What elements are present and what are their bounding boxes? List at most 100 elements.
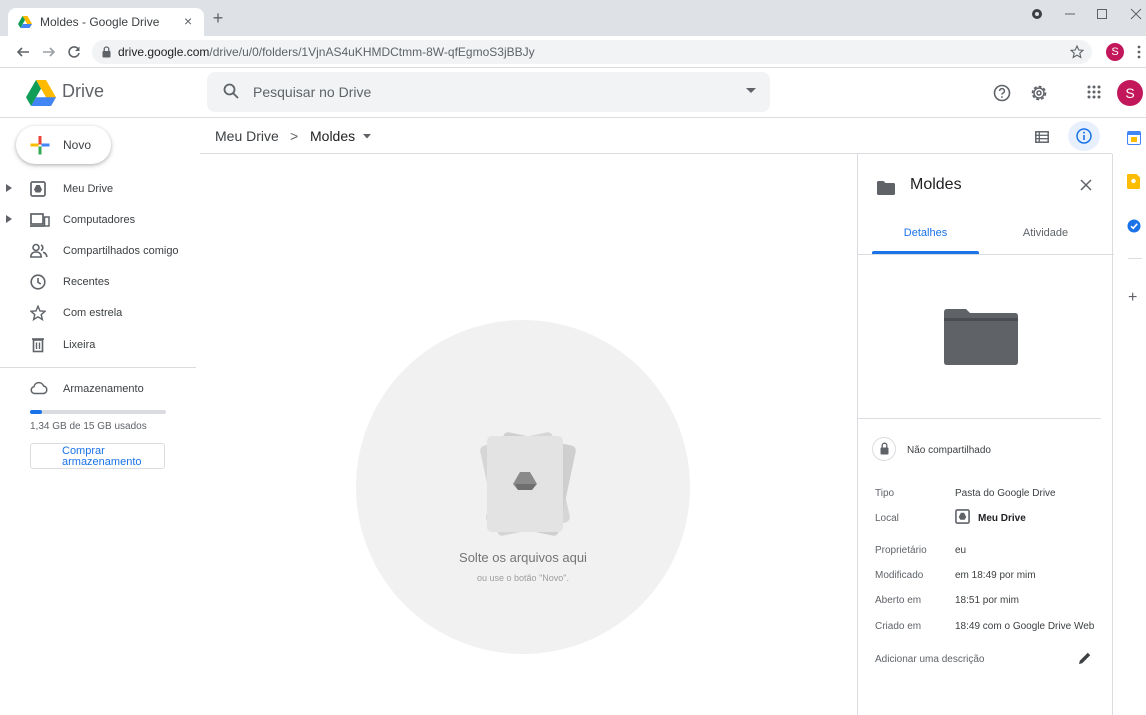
drive-header: Drive Pesquisar no Drive S bbox=[0, 68, 1146, 118]
calendar-icon[interactable] bbox=[1127, 131, 1141, 145]
browser-titlebar: Moldes - Google Drive × + bbox=[0, 0, 1146, 36]
address-bar[interactable]: drive.google.com/drive/u/0/folders/1VjnA… bbox=[92, 40, 1092, 64]
account-avatar[interactable]: S bbox=[1117, 80, 1143, 106]
search-options-icon[interactable] bbox=[746, 88, 756, 94]
drop-zone-subtitle: ou use o botão "Novo". bbox=[477, 573, 569, 583]
detail-key-owner: Proprietário bbox=[875, 545, 927, 556]
add-addon-button[interactable]: + bbox=[1128, 289, 1137, 307]
detail-value-owner: eu bbox=[955, 545, 967, 556]
profile-avatar[interactable]: S bbox=[1106, 43, 1124, 61]
shared-icon bbox=[30, 243, 48, 258]
url-text: drive.google.com/drive/u/0/folders/1VjnA… bbox=[118, 45, 535, 59]
breadcrumb-separator: > bbox=[290, 128, 299, 144]
breadcrumb-current[interactable]: Moldes bbox=[310, 128, 355, 144]
tab-title: Moldes - Google Drive bbox=[40, 15, 160, 29]
sidebar-item-label: Meu Drive bbox=[63, 183, 114, 195]
browser-tab[interactable]: Moldes - Google Drive × bbox=[8, 8, 204, 36]
details-title: Moldes bbox=[910, 176, 962, 193]
expand-caret-icon[interactable] bbox=[6, 215, 12, 223]
folder-icon bbox=[877, 181, 895, 195]
detail-key-location: Local bbox=[875, 513, 899, 524]
sidebar-divider bbox=[0, 367, 196, 368]
drive-brand[interactable]: Drive bbox=[62, 81, 104, 102]
storage-usage-text: 1,34 GB de 15 GB usados bbox=[30, 421, 147, 432]
tasks-icon[interactable] bbox=[1127, 219, 1141, 233]
sidebar-item-recent[interactable]: Recentes bbox=[0, 268, 200, 296]
sidebar-item-label: Computadores bbox=[63, 214, 136, 226]
forward-icon[interactable] bbox=[42, 45, 56, 59]
browser-toolbar: drive.google.com/drive/u/0/folders/1VjnA… bbox=[0, 36, 1146, 68]
expand-caret-icon[interactable] bbox=[6, 184, 12, 192]
sidebar-item-label: Lixeira bbox=[63, 339, 96, 351]
buy-storage-label: Comprar armazenamento bbox=[62, 445, 142, 468]
storage-usage-bar bbox=[30, 410, 166, 414]
apps-grid-icon[interactable] bbox=[1087, 85, 1101, 99]
keep-icon[interactable] bbox=[1127, 174, 1140, 189]
sharing-status-badge bbox=[872, 437, 896, 461]
close-icon[interactable] bbox=[1080, 179, 1092, 191]
detail-key-type: Tipo bbox=[875, 488, 895, 499]
detail-value-opened: 18:51 por mim bbox=[955, 595, 1019, 606]
close-window-icon[interactable] bbox=[1130, 8, 1142, 20]
settings-gear-icon[interactable] bbox=[1029, 83, 1049, 103]
drop-files-illustration-icon bbox=[480, 432, 576, 536]
info-icon bbox=[1076, 128, 1092, 144]
detail-value-type: Pasta do Google Drive bbox=[955, 488, 1056, 499]
sidebar-item-shared[interactable]: Compartilhados comigo bbox=[0, 237, 200, 265]
tab-activity[interactable]: Atividade bbox=[992, 227, 1099, 239]
search-icon[interactable] bbox=[223, 83, 239, 99]
back-icon[interactable] bbox=[16, 45, 30, 59]
folder-preview-icon bbox=[944, 309, 1018, 365]
search-box[interactable]: Pesquisar no Drive bbox=[207, 72, 770, 112]
search-input[interactable]: Pesquisar no Drive bbox=[253, 84, 371, 100]
addons-rail bbox=[1113, 118, 1146, 715]
tabs-divider bbox=[858, 254, 1114, 255]
help-icon[interactable] bbox=[993, 84, 1011, 102]
sidebar-item-trash[interactable]: Lixeira bbox=[0, 331, 200, 359]
cloud-icon bbox=[30, 381, 48, 395]
detail-value-location[interactable]: Meu Drive bbox=[978, 513, 1026, 524]
folder-menu-caret-icon[interactable] bbox=[363, 134, 371, 139]
sidebar-item-computers[interactable]: Computadores bbox=[0, 206, 200, 234]
details-panel: Moldes Detalhes Atividade Não compartilh… bbox=[857, 154, 1114, 715]
drive-icon bbox=[955, 509, 970, 524]
lock-icon bbox=[880, 442, 889, 455]
minimize-icon[interactable] bbox=[1064, 8, 1076, 20]
detail-value-created: 18:49 com o Google Drive Web bbox=[955, 621, 1095, 632]
maximize-icon[interactable] bbox=[1096, 8, 1108, 20]
sidebar-item-storage[interactable]: Armazenamento bbox=[0, 375, 200, 403]
description-input[interactable]: Adicionar uma descrição bbox=[875, 654, 985, 665]
sidebar-item-my-drive[interactable]: Meu Drive bbox=[0, 175, 200, 203]
drive-logo-icon[interactable] bbox=[26, 80, 56, 106]
computers-icon bbox=[30, 213, 50, 227]
detail-value-modified: em 18:49 por mim bbox=[955, 570, 1036, 581]
reload-icon[interactable] bbox=[67, 45, 81, 59]
profile-dot-icon[interactable] bbox=[1030, 7, 1044, 21]
breadcrumb-root[interactable]: Meu Drive bbox=[215, 128, 279, 144]
bookmark-star-icon[interactable] bbox=[1070, 45, 1084, 59]
drive-icon bbox=[30, 181, 46, 197]
storage-usage-fill bbox=[30, 410, 43, 414]
breadcrumb: Meu Drive > Moldes bbox=[200, 118, 1112, 154]
sidebar-item-starred[interactable]: Com estrela bbox=[0, 299, 200, 327]
clock-icon bbox=[30, 274, 46, 290]
tab-details[interactable]: Detalhes bbox=[872, 227, 979, 239]
lock-icon bbox=[102, 46, 111, 58]
list-view-icon[interactable] bbox=[1035, 131, 1049, 143]
new-button-label: Novo bbox=[63, 138, 92, 152]
drop-zone[interactable] bbox=[356, 320, 690, 654]
detail-key-modified: Modificado bbox=[875, 570, 924, 581]
new-tab-button[interactable]: + bbox=[208, 8, 228, 29]
browser-menu-icon[interactable] bbox=[1136, 45, 1142, 59]
tab-close-icon[interactable]: × bbox=[184, 13, 192, 29]
sharing-status-text: Não compartilhado bbox=[907, 445, 991, 456]
details-toggle-button[interactable] bbox=[1068, 121, 1100, 151]
sidebar-item-label: Compartilhados comigo bbox=[63, 245, 179, 257]
plus-icon bbox=[30, 136, 50, 155]
preview-divider bbox=[858, 418, 1101, 419]
rail-divider bbox=[1128, 258, 1142, 259]
pencil-icon[interactable] bbox=[1078, 651, 1092, 665]
detail-key-opened: Aberto em bbox=[875, 595, 922, 606]
new-button[interactable]: Novo bbox=[16, 126, 111, 164]
buy-storage-button[interactable]: Comprar armazenamento bbox=[30, 443, 165, 469]
